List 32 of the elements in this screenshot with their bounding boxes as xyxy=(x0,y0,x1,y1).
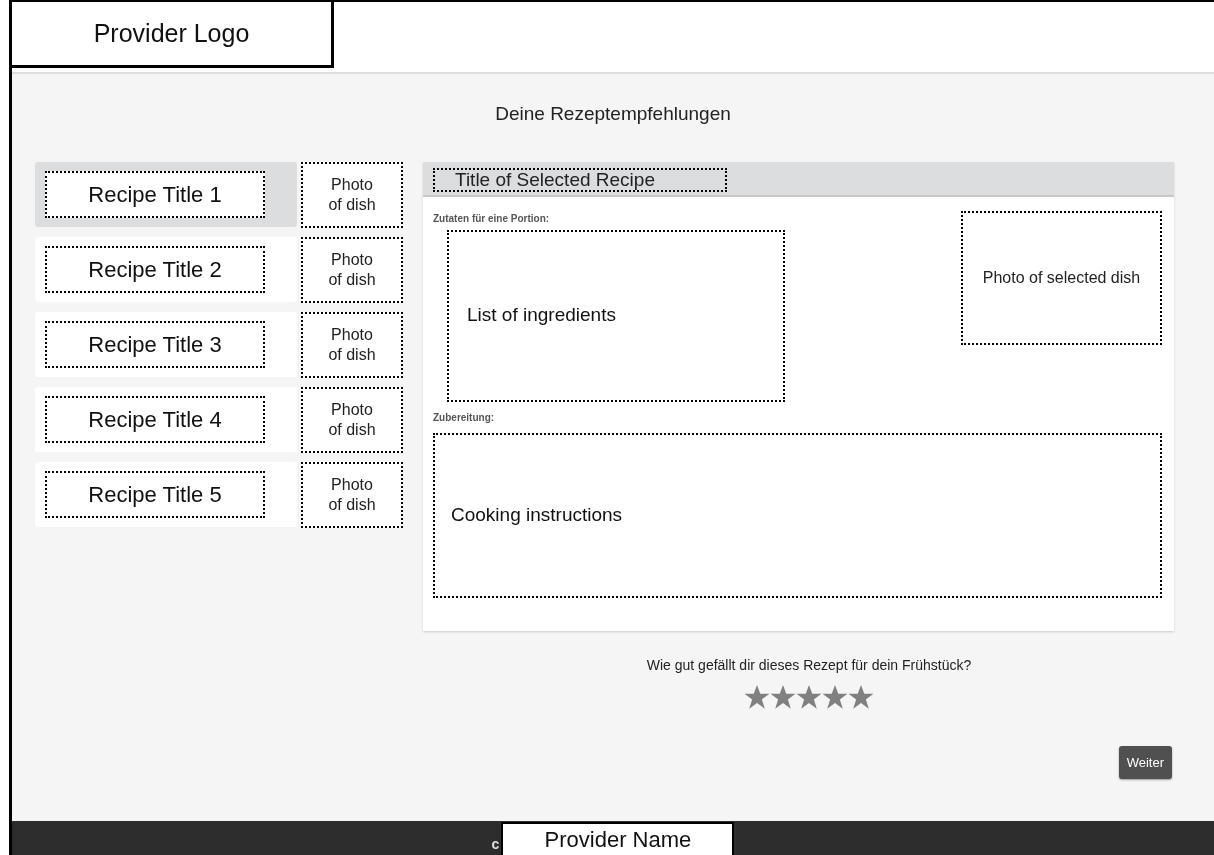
provider-name-box: Provider Name xyxy=(501,822,735,855)
recipe-list-item[interactable]: Recipe Title 2 xyxy=(35,236,297,302)
footer-text: c xyxy=(491,835,500,854)
next-button[interactable]: Weiter xyxy=(1118,745,1172,779)
star-icon[interactable] xyxy=(744,683,770,710)
dish-photo-box: Photo of dish xyxy=(301,461,403,528)
recipe-list-item[interactable]: Recipe Title 1 xyxy=(35,161,297,227)
dish-photo-box: Photo of dish xyxy=(301,161,403,228)
dish-photo-box: Photo of dish xyxy=(301,386,403,453)
dish-photo-box: Photo of dish xyxy=(301,236,403,303)
section-label: Zubereitung: xyxy=(433,410,496,425)
recipe-title: Title of Selected Recipe xyxy=(433,167,727,192)
star-icon[interactable] xyxy=(770,683,796,710)
ingredients-box: List of ingredients xyxy=(447,229,785,402)
dish-photo-box: Photo of dish xyxy=(301,311,403,378)
recipe-list-item[interactable]: Recipe Title 5 xyxy=(35,461,297,527)
star-icon[interactable] xyxy=(848,683,874,710)
star-icon[interactable] xyxy=(796,683,822,710)
recipe-title: Recipe Title 5 xyxy=(45,470,265,518)
star-icon[interactable] xyxy=(822,683,848,710)
recipe-title: Recipe Title 3 xyxy=(45,320,265,368)
logo-box: Provider Logo xyxy=(12,2,334,68)
recipe-title: Recipe Title 2 xyxy=(45,245,265,293)
page-title: Deine Rezeptempfehlungen xyxy=(494,102,732,126)
recipe-list-item[interactable]: Recipe Title 4 xyxy=(35,386,297,452)
instructions-box: Cooking instructions xyxy=(433,432,1162,598)
section-label: Zutaten für eine Portion: xyxy=(433,211,551,226)
recipe-title: Recipe Title 4 xyxy=(45,395,265,443)
dish-photo-box: Photo of selected dish xyxy=(961,210,1162,345)
recipe-list-item[interactable]: Recipe Title 3 xyxy=(35,311,297,377)
recipe-title: Recipe Title 1 xyxy=(45,170,265,218)
rating-question: Wie gut gefällt dir dieses Rezept für dein Frühstück? xyxy=(646,655,972,675)
